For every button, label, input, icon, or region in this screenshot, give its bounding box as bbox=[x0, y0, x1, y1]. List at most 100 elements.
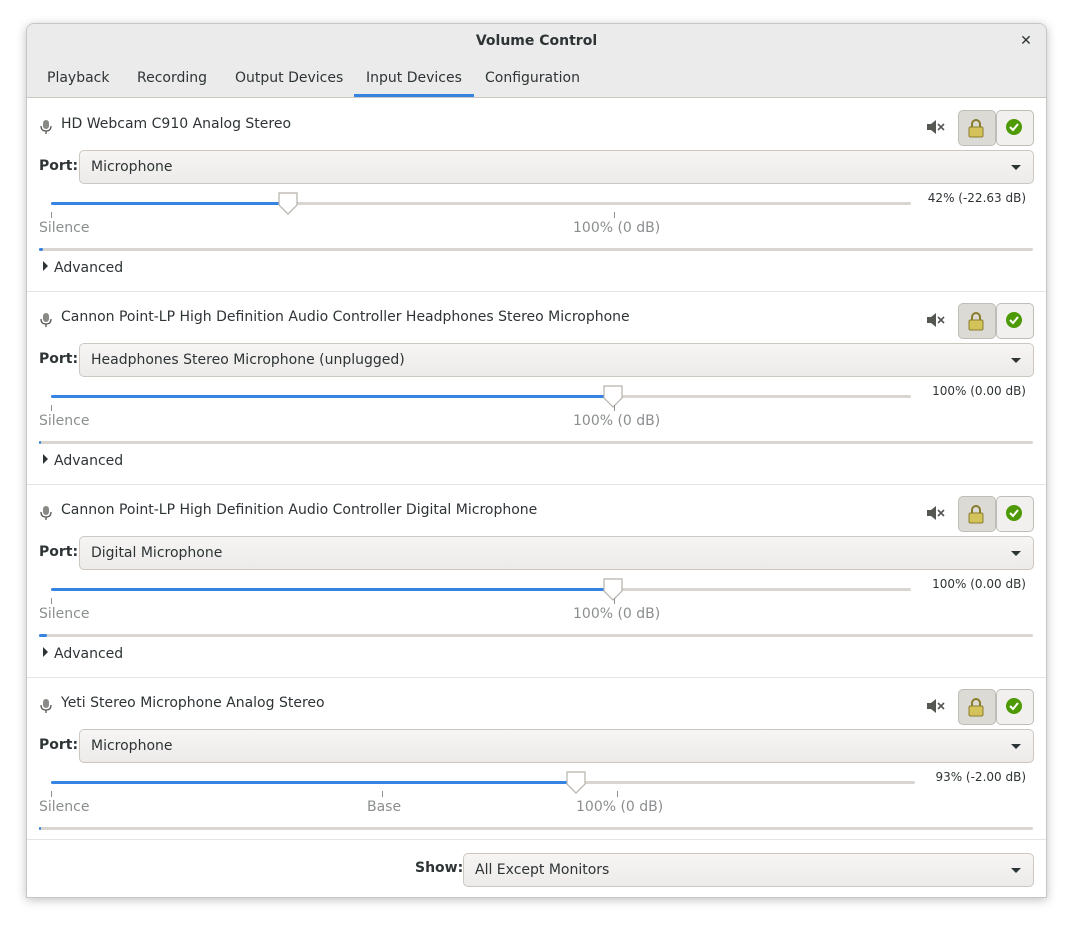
silence-label: Silence bbox=[39, 413, 90, 429]
volume-slider[interactable] bbox=[51, 771, 915, 794]
peak-fill bbox=[39, 441, 41, 444]
device-row: Cannon Point-LP High Definition Audio Co… bbox=[27, 291, 1046, 485]
lock-icon bbox=[968, 505, 984, 524]
port-value: Digital Microphone bbox=[91, 545, 223, 561]
lock-icon bbox=[968, 312, 984, 331]
peak-fill bbox=[39, 248, 43, 251]
chevron-down-icon bbox=[1011, 358, 1021, 363]
volume-slider[interactable] bbox=[51, 192, 911, 215]
hundred-label: 100% (0 dB) bbox=[573, 606, 661, 622]
volume-fill bbox=[51, 588, 613, 591]
device-name: Yeti Stereo Microphone Analog Stereo bbox=[61, 695, 325, 711]
lock-channels-button[interactable] bbox=[958, 689, 996, 725]
set-default-button[interactable] bbox=[996, 110, 1034, 146]
mute-icon[interactable] bbox=[925, 118, 947, 136]
hundred-label: 100% (0 dB) bbox=[573, 220, 661, 236]
tab-recording[interactable]: Recording bbox=[125, 59, 219, 97]
silence-mark bbox=[51, 598, 52, 604]
chevron-down-icon bbox=[1011, 744, 1021, 749]
hundred-label: 100% (0 dB) bbox=[573, 413, 661, 429]
port-value: Microphone bbox=[91, 738, 173, 754]
device-name: Cannon Point-LP High Definition Audio Co… bbox=[61, 309, 630, 325]
check-icon bbox=[1006, 698, 1022, 714]
peak-meter bbox=[39, 248, 1033, 251]
device-name: HD Webcam C910 Analog Stereo bbox=[61, 116, 292, 132]
chevron-down-icon bbox=[1011, 551, 1021, 556]
set-default-button[interactable] bbox=[996, 689, 1034, 725]
hundred-label: 100% (0 dB) bbox=[576, 799, 664, 815]
advanced-expander[interactable]: Advanced bbox=[43, 646, 123, 662]
peak-fill bbox=[39, 634, 47, 637]
device-row: Yeti Stereo Microphone Analog Stereo Por… bbox=[27, 677, 1046, 839]
peak-fill bbox=[39, 827, 41, 830]
port-select[interactable]: Headphones Stereo Microphone (unplugged) bbox=[79, 343, 1034, 377]
set-default-button[interactable] bbox=[996, 303, 1034, 339]
volume-slider[interactable] bbox=[51, 385, 911, 408]
silence-mark bbox=[51, 791, 52, 797]
silence-label: Silence bbox=[39, 606, 90, 622]
base-mark bbox=[382, 791, 383, 797]
volume-readout: 42% (-22.63 dB) bbox=[927, 191, 1026, 205]
port-value: Headphones Stereo Microphone (unplugged) bbox=[91, 352, 405, 368]
tab-playback[interactable]: Playback bbox=[35, 59, 121, 97]
microphone-icon bbox=[39, 698, 53, 714]
port-select[interactable]: Microphone bbox=[79, 729, 1034, 763]
device-row: HD Webcam C910 Analog Stereo Port: Micro… bbox=[27, 98, 1046, 292]
port-select[interactable]: Microphone bbox=[79, 150, 1034, 184]
show-label: Show: bbox=[415, 860, 464, 876]
chevron-down-icon bbox=[1011, 868, 1021, 873]
lock-channels-button[interactable] bbox=[958, 110, 996, 146]
footer-bar: Show: All Except Monitors bbox=[27, 839, 1046, 897]
silence-label: Silence bbox=[39, 799, 90, 815]
tab-configuration[interactable]: Configuration bbox=[473, 59, 592, 97]
title-bar: Volume Control ✕ bbox=[27, 24, 1046, 59]
expander-arrow-icon bbox=[43, 454, 48, 464]
lock-channels-button[interactable] bbox=[958, 496, 996, 532]
device-list: HD Webcam C910 Analog Stereo Port: Micro… bbox=[27, 98, 1046, 839]
port-select[interactable]: Digital Microphone bbox=[79, 536, 1034, 570]
mute-icon[interactable] bbox=[925, 311, 947, 329]
volume-fill bbox=[51, 781, 576, 784]
mute-icon[interactable] bbox=[925, 504, 947, 522]
hundred-mark bbox=[614, 405, 615, 411]
mute-icon[interactable] bbox=[925, 697, 947, 715]
check-icon bbox=[1006, 312, 1022, 328]
set-default-button[interactable] bbox=[996, 496, 1034, 532]
volume-fill bbox=[51, 202, 288, 205]
peak-meter bbox=[39, 827, 1033, 830]
volume-fill bbox=[51, 395, 613, 398]
silence-mark bbox=[51, 405, 52, 411]
peak-meter bbox=[39, 634, 1033, 637]
tab-bar: Playback Recording Output Devices Input … bbox=[27, 59, 1046, 98]
tab-input-devices[interactable]: Input Devices bbox=[354, 59, 474, 97]
microphone-icon bbox=[39, 119, 53, 135]
volume-slider[interactable] bbox=[51, 578, 911, 601]
window-title: Volume Control bbox=[475, 33, 598, 49]
volume-readout: 100% (0.00 dB) bbox=[932, 577, 1026, 591]
lock-icon bbox=[968, 698, 984, 717]
port-value: Microphone bbox=[91, 159, 173, 175]
advanced-expander[interactable]: Advanced bbox=[43, 453, 123, 469]
hundred-mark bbox=[614, 598, 615, 604]
volume-control-window: Volume Control ✕ Playback Recording Outp… bbox=[26, 23, 1047, 898]
lock-icon bbox=[968, 119, 984, 138]
port-label: Port: bbox=[39, 351, 79, 367]
tab-output-devices[interactable]: Output Devices bbox=[223, 59, 355, 97]
peak-meter bbox=[39, 441, 1033, 444]
check-icon bbox=[1006, 119, 1022, 135]
silence-mark bbox=[51, 212, 52, 218]
port-label: Port: bbox=[39, 737, 79, 753]
expander-arrow-icon bbox=[43, 647, 48, 657]
lock-channels-button[interactable] bbox=[958, 303, 996, 339]
microphone-icon bbox=[39, 312, 53, 328]
close-icon[interactable]: ✕ bbox=[1016, 31, 1036, 51]
show-filter-value: All Except Monitors bbox=[475, 862, 610, 878]
advanced-expander[interactable]: Advanced bbox=[43, 260, 123, 276]
expander-arrow-icon bbox=[43, 261, 48, 271]
port-label: Port: bbox=[39, 158, 79, 174]
volume-readout: 100% (0.00 dB) bbox=[932, 384, 1026, 398]
volume-readout: 93% (-2.00 dB) bbox=[935, 770, 1026, 784]
silence-label: Silence bbox=[39, 220, 90, 236]
port-label: Port: bbox=[39, 544, 79, 560]
show-filter-select[interactable]: All Except Monitors bbox=[463, 853, 1034, 887]
